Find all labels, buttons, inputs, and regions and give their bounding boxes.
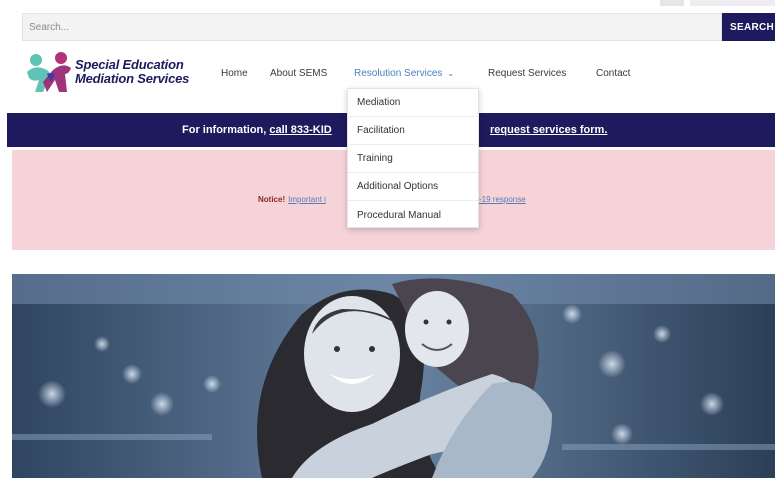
dropdown-item-additional-options[interactable]: Additional Options <box>348 173 478 201</box>
notice-label: Notice! <box>258 195 286 204</box>
nav-contact[interactable]: Contact <box>596 68 630 79</box>
nav-request-services[interactable]: Request Services <box>488 68 566 79</box>
logo-line-2: Mediation Services <box>75 71 190 86</box>
hero-image <box>12 274 775 478</box>
info-bar-prefix: For information, <box>182 124 270 136</box>
call-phone-link[interactable]: call 833-KID <box>269 124 331 136</box>
search-button[interactable]: SEARCH <box>722 13 775 41</box>
browser-top-strip <box>0 0 775 8</box>
dropdown-item-procedural-manual[interactable]: Procedural Manual <box>348 201 478 229</box>
site-logo[interactable]: Special Education Mediation Services <box>25 52 200 97</box>
logo-wordmark: Special Education Mediation Services <box>75 58 189 86</box>
resolution-services-dropdown: Mediation Facilitation Training Addition… <box>347 88 479 228</box>
browser-tab[interactable] <box>660 0 684 6</box>
dropdown-item-training[interactable]: Training <box>348 145 478 173</box>
nav-about-sems[interactable]: About SEMS <box>270 68 327 79</box>
chevron-down-icon: ⌄ <box>447 69 455 78</box>
hero-photo <box>12 274 775 478</box>
notice-link[interactable]: Important i <box>288 195 326 204</box>
dropdown-item-mediation[interactable]: Mediation <box>348 89 478 117</box>
logo-icon <box>27 52 71 92</box>
search-bar <box>22 13 722 41</box>
notice-link-continued[interactable]: -19 response <box>479 195 526 204</box>
logo-line-1: Special Education <box>75 57 184 72</box>
request-services-form-link[interactable]: request services form. <box>490 124 607 136</box>
notice-text: Notice! Important i <box>258 195 326 204</box>
nav-resolution-services[interactable]: Resolution Services ⌄ <box>354 68 454 79</box>
nav-resolution-services-label: Resolution Services <box>354 68 443 79</box>
browser-tab[interactable] <box>690 0 775 6</box>
search-input[interactable] <box>23 14 721 40</box>
dropdown-item-facilitation[interactable]: Facilitation <box>348 117 478 145</box>
nav-home[interactable]: Home <box>221 68 248 79</box>
info-bar-text: For information, call 833-KID <box>182 124 332 136</box>
